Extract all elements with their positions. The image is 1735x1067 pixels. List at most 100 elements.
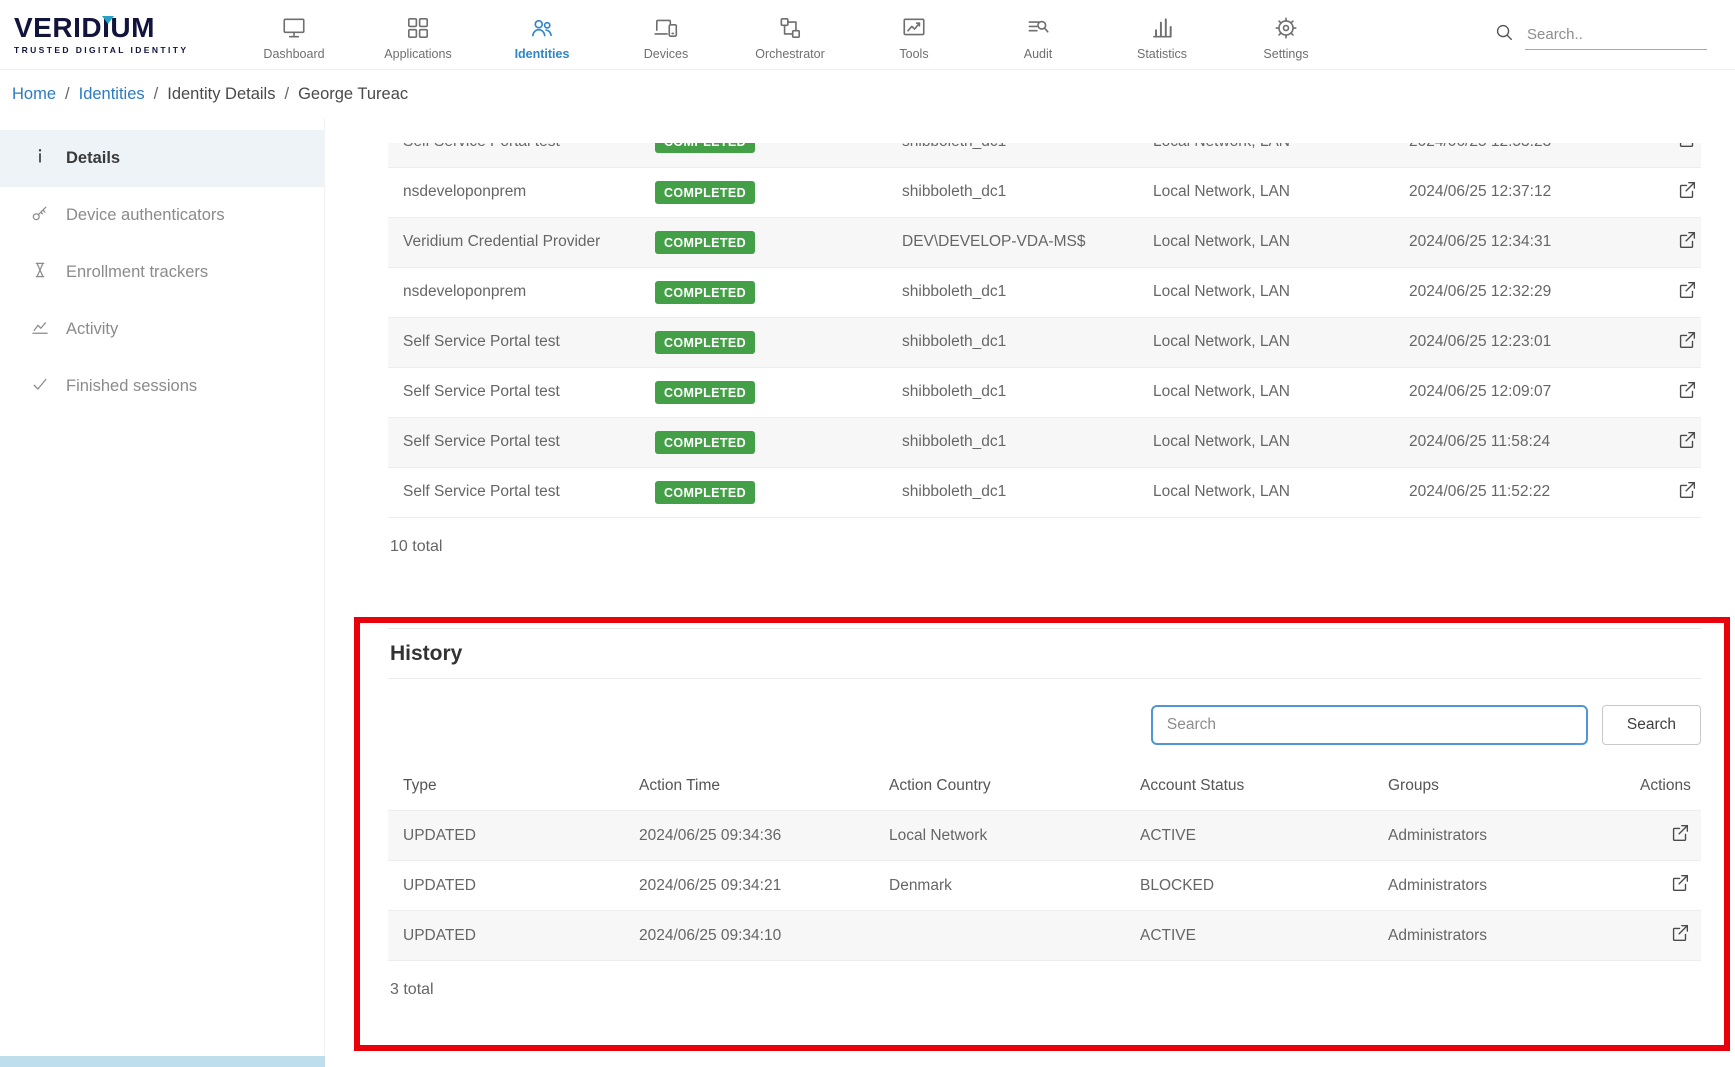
history-action-time: 2024/06/25 09:34:10: [624, 911, 874, 961]
open-session-icon[interactable]: [1676, 279, 1698, 306]
open-session-icon[interactable]: [1676, 379, 1698, 406]
tools-icon: [901, 15, 927, 41]
session-row: Self Service Portal test COMPLETED shibb…: [388, 367, 1701, 417]
sidebar-item-label: Device authenticators: [66, 206, 225, 225]
column-header-actions: Actions: [1625, 763, 1701, 811]
column-header-action-country: Action Country: [874, 763, 1125, 811]
status-badge: COMPLETED: [655, 143, 755, 153]
session-row: Self Service Portal test COMPLETED shibb…: [388, 417, 1701, 467]
session-network: Local Network, LAN: [1138, 267, 1394, 317]
history-header-row: Type Action Time Action Country Account …: [388, 763, 1701, 811]
history-account-status: ACTIVE: [1125, 811, 1373, 861]
history-table: Type Action Time Action Country Account …: [388, 763, 1701, 962]
dashboard-icon: [281, 15, 307, 41]
nav-item-statistics[interactable]: Statistics: [1115, 9, 1209, 61]
session-row: Self Service Portal test COMPLETED shibb…: [388, 317, 1701, 367]
history-title: History: [390, 642, 462, 665]
nav-item-dashboard[interactable]: Dashboard: [247, 9, 341, 61]
session-row: Self Service Portal test COMPLETED shibb…: [388, 467, 1701, 517]
open-session-icon[interactable]: [1676, 479, 1698, 506]
session-row: Veridium Credential Provider COMPLETED D…: [388, 217, 1701, 267]
nav-item-label: Statistics: [1137, 47, 1187, 61]
top-nav: VERIDIUM TRUSTED DIGITAL IDENTITY Dashbo…: [0, 0, 1735, 70]
nav-item-identities[interactable]: Identities: [495, 9, 589, 61]
open-history-icon[interactable]: [1669, 872, 1691, 899]
sidebar-item-label: Finished sessions: [66, 377, 197, 396]
open-session-icon[interactable]: [1676, 143, 1698, 155]
history-row: UPDATED 2024/06/25 09:34:36 Local Networ…: [388, 811, 1701, 861]
main-nav: Dashboard Applications Identities Device…: [232, 9, 1348, 61]
open-session-icon[interactable]: [1676, 229, 1698, 256]
sidebar-item-label: Activity: [66, 320, 118, 339]
status-badge: COMPLETED: [655, 281, 755, 304]
settings-icon: [1273, 15, 1299, 41]
session-network: Local Network, LAN: [1138, 143, 1394, 167]
nav-item-orchestrator[interactable]: Orchestrator: [743, 9, 837, 61]
content-area: Details Device authenticators Enrollment…: [0, 118, 1735, 1067]
search-icon: [1493, 21, 1515, 48]
history-action-country: Denmark: [874, 861, 1125, 911]
sidebar-item-enrollment-trackers[interactable]: Enrollment trackers: [0, 244, 324, 301]
sidebar-item-finished-sessions[interactable]: Finished sessions: [0, 358, 324, 415]
sessions-total: 10 total: [388, 518, 1701, 582]
breadcrumb-separator: /: [284, 85, 289, 104]
history-toolbar: Search: [388, 679, 1701, 763]
session-name: Self Service Portal test: [388, 367, 640, 417]
open-session-icon[interactable]: [1676, 179, 1698, 206]
history-search-button[interactable]: Search: [1602, 705, 1701, 745]
nav-item-applications[interactable]: Applications: [371, 9, 465, 61]
sidebar-footer-strip: [0, 1056, 325, 1067]
session-time: 2024/06/25 12:23:01: [1394, 317, 1661, 367]
sidebar-item-details[interactable]: Details: [0, 130, 324, 187]
column-header-type: Type: [388, 763, 624, 811]
nav-item-devices[interactable]: Devices: [619, 9, 713, 61]
history-search-input[interactable]: [1151, 705, 1588, 745]
breadcrumb-home[interactable]: Home: [12, 85, 56, 104]
open-history-icon[interactable]: [1669, 922, 1691, 949]
devices-icon: [653, 15, 679, 41]
session-row: nsdeveloponprem COMPLETED shibboleth_dc1…: [388, 167, 1701, 217]
column-header-action-time: Action Time: [624, 763, 874, 811]
nav-item-label: Orchestrator: [755, 47, 824, 61]
open-session-icon[interactable]: [1676, 329, 1698, 356]
logo-tagline: TRUSTED DIGITAL IDENTITY: [14, 45, 232, 55]
session-time: 2024/06/25 12:53:23: [1394, 143, 1661, 167]
logo-triangle-icon: [102, 16, 114, 24]
breadcrumb-separator: /: [154, 85, 159, 104]
history-section: History Search Type Action Time Action C…: [388, 628, 1701, 1026]
nav-item-audit[interactable]: Audit: [991, 9, 1085, 61]
sidebar-item-device-authenticators[interactable]: Device authenticators: [0, 187, 324, 244]
veridium-logo[interactable]: VERIDIUM TRUSTED DIGITAL IDENTITY: [0, 14, 232, 55]
history-action-country: [874, 911, 1125, 961]
nav-item-settings[interactable]: Settings: [1239, 9, 1333, 61]
session-network: Local Network, LAN: [1138, 467, 1394, 517]
nav-item-label: Settings: [1263, 47, 1308, 61]
session-row: nsdeveloponprem COMPLETED shibboleth_dc1…: [388, 267, 1701, 317]
breadcrumb-identities[interactable]: Identities: [79, 85, 145, 104]
session-time: 2024/06/25 12:34:31: [1394, 217, 1661, 267]
status-badge: COMPLETED: [655, 481, 755, 504]
session-server: shibboleth_dc1: [887, 143, 1138, 167]
history-action-time: 2024/06/25 09:34:21: [624, 861, 874, 911]
open-history-icon[interactable]: [1669, 822, 1691, 849]
history-type: UPDATED: [388, 861, 624, 911]
sidebar-item-activity[interactable]: Activity: [0, 301, 324, 358]
status-badge: COMPLETED: [655, 431, 755, 454]
history-groups: Administrators: [1373, 811, 1625, 861]
session-network: Local Network, LAN: [1138, 367, 1394, 417]
session-network: Local Network, LAN: [1138, 167, 1394, 217]
session-server: shibboleth_dc1: [887, 267, 1138, 317]
session-server: shibboleth_dc1: [887, 417, 1138, 467]
session-name: Self Service Portal test: [388, 467, 640, 517]
nav-item-tools[interactable]: Tools: [867, 9, 961, 61]
history-account-status: ACTIVE: [1125, 911, 1373, 961]
history-row: UPDATED 2024/06/25 09:34:21 Denmark BLOC…: [388, 861, 1701, 911]
global-search-input[interactable]: [1525, 20, 1707, 50]
key-icon: [30, 203, 50, 228]
sessions-section: Self Service Portal test COMPLETED shibb…: [388, 143, 1701, 518]
orchestrator-icon: [777, 15, 803, 41]
open-session-icon[interactable]: [1676, 429, 1698, 456]
sessions-table: Self Service Portal test COMPLETED shibb…: [388, 143, 1701, 518]
nav-item-label: Audit: [1024, 47, 1053, 61]
hourglass-icon: [30, 260, 50, 285]
